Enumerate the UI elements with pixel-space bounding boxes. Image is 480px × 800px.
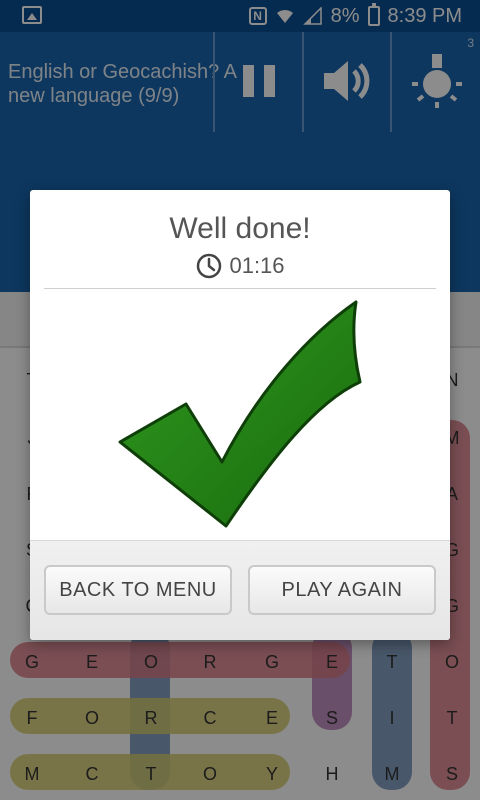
clock-icon	[197, 253, 222, 279]
dialog-divider	[44, 288, 436, 289]
back-to-menu-button[interactable]: BACK TO MENU	[44, 565, 232, 615]
dialog-title: Well done!	[169, 212, 311, 245]
checkmark-icon	[110, 298, 370, 530]
success-dialog: Well done! 01:16 BACK TO MENU PLAY AGAIN	[30, 190, 450, 640]
elapsed-time: 01:16	[30, 252, 450, 280]
dialog-actions: BACK TO MENU PLAY AGAIN	[30, 540, 450, 640]
timer-value: 01:16	[229, 253, 285, 278]
play-again-button[interactable]: PLAY AGAIN	[248, 565, 436, 615]
